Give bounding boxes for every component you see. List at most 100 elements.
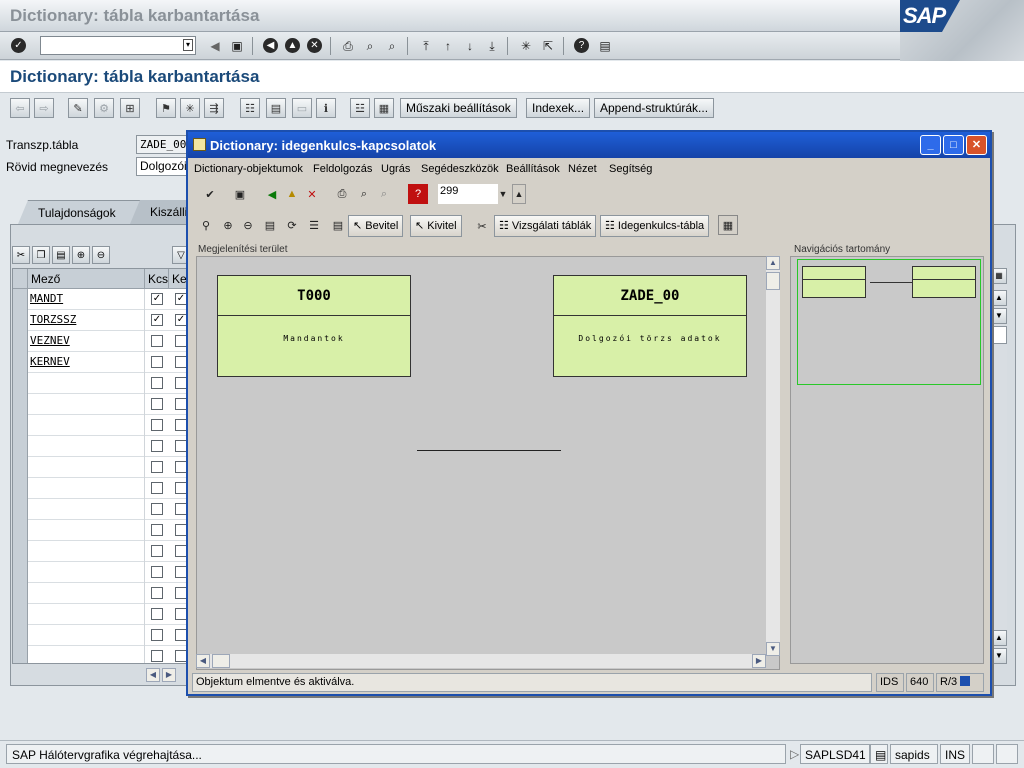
zoom-in-icon[interactable]: ⊕: [218, 215, 238, 235]
row-selector[interactable]: [13, 520, 28, 541]
row-selector[interactable]: [13, 625, 28, 646]
menu-edit[interactable]: Feldolgozás: [313, 163, 372, 175]
document-icon[interactable]: ▤: [328, 215, 348, 235]
row-selector[interactable]: [13, 541, 28, 562]
dialog-find-icon[interactable]: ⌕: [354, 184, 374, 204]
scroll-left-icon[interactable]: ◀: [146, 668, 160, 682]
key-checkbox[interactable]: [151, 398, 163, 410]
table-row[interactable]: VEZNEV: [13, 331, 187, 352]
field-name-cell[interactable]: VEZNEV: [29, 331, 145, 352]
table-row[interactable]: [13, 499, 187, 520]
field-name-cell[interactable]: [29, 583, 145, 604]
exit-icon[interactable]: ▲: [285, 38, 300, 53]
dialog-help-icon[interactable]: ?: [408, 184, 428, 204]
object-list-icon[interactable]: ⇶: [204, 98, 224, 118]
menu-help[interactable]: Segítség: [609, 163, 652, 175]
field-name-cell[interactable]: [29, 541, 145, 562]
row-selector[interactable]: [13, 415, 28, 436]
fit-icon[interactable]: ▤: [260, 215, 280, 235]
key-checkbox[interactable]: [151, 587, 163, 599]
dialog-print-icon[interactable]: ⎙: [332, 184, 352, 204]
close-icon[interactable]: ✕: [966, 135, 987, 155]
table-row[interactable]: [13, 373, 187, 394]
zoom-dropdown-icon[interactable]: ▼: [496, 184, 510, 204]
technical-settings-button[interactable]: Műszaki beállítások: [400, 98, 517, 118]
key-checkbox[interactable]: [151, 461, 163, 473]
zoom-up-icon[interactable]: ▲: [512, 184, 526, 204]
table-row[interactable]: KERNEV: [13, 352, 187, 373]
copy-icon[interactable]: ❐: [32, 246, 50, 264]
row-selector[interactable]: [13, 289, 28, 310]
next-page-icon[interactable]: ↓: [461, 37, 479, 55]
field-name-cell[interactable]: [29, 604, 145, 625]
previous-object-icon[interactable]: ⇦: [10, 98, 30, 118]
scroll-up-icon[interactable]: ▲: [991, 290, 1007, 306]
help-icon[interactable]: ?: [574, 38, 589, 53]
back-icon[interactable]: ◀: [263, 38, 278, 53]
field-name-cell[interactable]: [29, 646, 145, 663]
refresh-icon[interactable]: ⟳: [282, 215, 302, 235]
row-selector[interactable]: [13, 436, 28, 457]
field-name-cell[interactable]: [29, 478, 145, 499]
row-selector[interactable]: [13, 604, 28, 625]
row-selector[interactable]: [13, 499, 28, 520]
key-checkbox[interactable]: [151, 650, 163, 662]
table-node-t000[interactable]: T000 Mandantok: [217, 275, 411, 377]
field-name-cell[interactable]: [29, 436, 145, 457]
row-selector[interactable]: [13, 352, 28, 373]
fk-table-button[interactable]: ☷ Idegenkulcs-tábla: [600, 215, 710, 237]
display-vertical-scrollbar[interactable]: ▲ ▼: [766, 256, 780, 656]
field-name-cell[interactable]: TORZSSZ: [29, 310, 145, 331]
save-icon[interactable]: ▣: [228, 37, 246, 55]
insert-row-icon[interactable]: ⊕: [72, 246, 90, 264]
print-icon[interactable]: ⎙: [339, 37, 357, 55]
command-history-icon[interactable]: ▾: [183, 39, 193, 51]
delete-row-icon[interactable]: ⊖: [92, 246, 110, 264]
key-checkbox[interactable]: ✓: [151, 314, 163, 326]
field-name-cell[interactable]: [29, 373, 145, 394]
field-name-cell[interactable]: [29, 394, 145, 415]
display-scroll-thumb[interactable]: [766, 272, 780, 290]
dialog-back-icon[interactable]: ◀: [262, 184, 282, 204]
check-tables-button[interactable]: ☷ Vizsgálati táblák: [494, 215, 597, 237]
dialog-save-icon[interactable]: ▣: [230, 184, 250, 204]
scroll-down-icon[interactable]: ▼: [991, 648, 1007, 664]
expand-status-icon[interactable]: ▷: [786, 744, 799, 764]
key-checkbox[interactable]: [151, 419, 163, 431]
zoom-input[interactable]: 299: [438, 184, 498, 204]
graphic-icon[interactable]: ☳: [350, 98, 370, 118]
table-row[interactable]: [13, 583, 187, 604]
where-used-icon[interactable]: ✳: [180, 98, 200, 118]
field-name-cell[interactable]: [29, 625, 145, 646]
row-selector[interactable]: [13, 373, 28, 394]
navigation-area[interactable]: [790, 256, 984, 664]
check-icon[interactable]: ✔: [200, 184, 220, 204]
menu-view[interactable]: Nézet: [568, 163, 597, 175]
cancel-icon[interactable]: ✕: [307, 38, 322, 53]
display-area[interactable]: T000 Mandantok ZADE_00 Dolgozói törzs ad…: [196, 256, 780, 670]
shortcut-icon[interactable]: ⇱: [539, 37, 557, 55]
key-checkbox[interactable]: [151, 608, 163, 620]
export-button[interactable]: ↖ Kivitel: [410, 215, 462, 237]
display-scroll-left-icon[interactable]: ◀: [196, 654, 210, 668]
last-page-icon[interactable]: ⤓: [483, 37, 501, 55]
new-session-icon[interactable]: ✳: [517, 37, 535, 55]
menu-goto[interactable]: Ugrás: [381, 163, 410, 175]
grid-hscroll[interactable]: ◀ ▶: [146, 668, 178, 682]
scissors-icon[interactable]: ✂: [472, 216, 492, 236]
row-selector[interactable]: [13, 331, 28, 352]
person-icon[interactable]: ⚲: [196, 215, 216, 235]
table-row[interactable]: [13, 625, 187, 646]
zoom-out-icon[interactable]: ⊖: [238, 215, 258, 235]
maximize-icon[interactable]: □: [943, 135, 964, 155]
command-field[interactable]: ▾: [40, 36, 196, 55]
fk-relation-line[interactable]: [417, 450, 561, 451]
field-name-cell[interactable]: KERNEV: [29, 352, 145, 373]
contents-icon[interactable]: ▤: [266, 98, 286, 118]
display-scroll-down-icon[interactable]: ▼: [766, 642, 780, 656]
table-vertical-scrollbar[interactable]: ▦ ▲ ▼ ▲ ▼: [991, 268, 1007, 664]
paste-icon[interactable]: ▤: [52, 246, 70, 264]
dialog-cancel-icon[interactable]: ✕: [302, 184, 322, 204]
key-checkbox[interactable]: [151, 377, 163, 389]
display-horizontal-scrollbar[interactable]: ◀ ▶: [196, 654, 766, 668]
